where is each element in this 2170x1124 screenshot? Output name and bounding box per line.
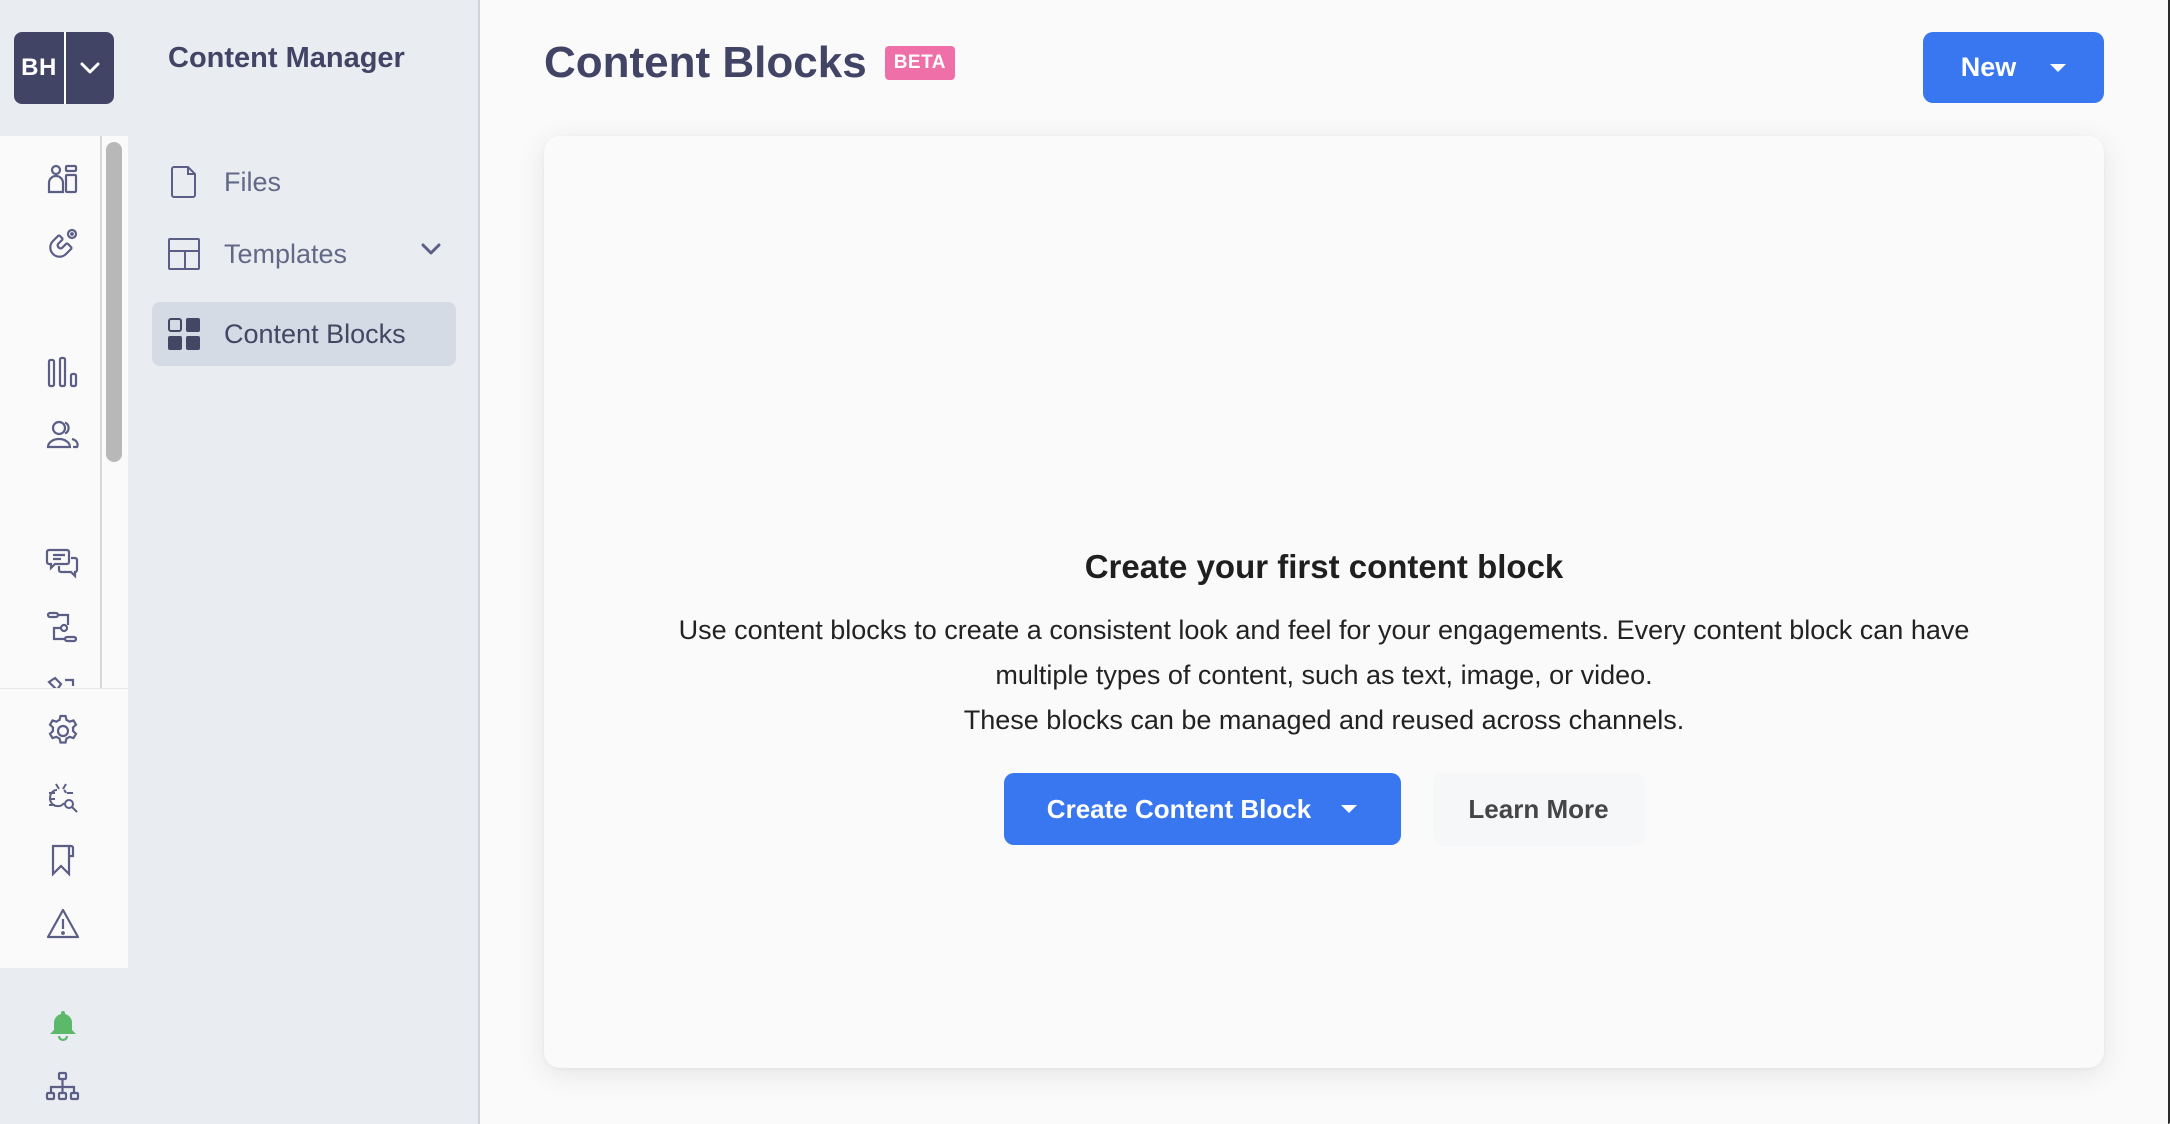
empty-state-line: These blocks can be managed and reused a… — [963, 705, 1685, 735]
bar-chart-icon[interactable] — [44, 353, 82, 391]
main-content: Content Blocks BETA New Create your firs… — [480, 0, 2170, 1124]
sidebar-item-templates[interactable]: Templates — [152, 222, 456, 286]
gear-icon[interactable] — [44, 712, 82, 750]
new-button-label: New — [1960, 52, 2017, 82]
template-layout-icon — [166, 236, 202, 272]
warning-icon[interactable] — [44, 905, 82, 943]
empty-state: Create your first content block Use cont… — [544, 408, 2104, 845]
content-manager-sidebar: Content Manager Files Templates Content … — [128, 0, 480, 1124]
create-content-block-button[interactable]: Create Content Block — [1003, 773, 1401, 845]
sidebar-item-content-blocks[interactable]: Content Blocks — [152, 302, 456, 366]
rail-tools — [0, 688, 128, 968]
chevron-down-icon[interactable] — [66, 32, 114, 104]
caret-down-icon — [2050, 63, 2067, 72]
bug-search-icon[interactable] — [44, 779, 82, 817]
rail-footer — [0, 968, 128, 1124]
empty-state-actions: Create Content Block Learn More — [544, 773, 2104, 845]
sitemap-icon[interactable] — [44, 1069, 82, 1107]
rail-scrollbar[interactable] — [106, 142, 122, 462]
file-icon — [166, 164, 202, 200]
bookmark-icon[interactable] — [44, 841, 82, 879]
content-blocks-card: Create your first content block Use cont… — [544, 136, 2104, 1068]
org-switcher[interactable]: BH — [14, 32, 114, 104]
learn-more-button[interactable]: Learn More — [1432, 773, 1645, 845]
sidebar-title: Content Manager — [168, 42, 405, 74]
flow-icon[interactable] — [44, 608, 82, 646]
bell-icon[interactable] — [44, 1006, 82, 1044]
org-initials[interactable]: BH — [14, 32, 66, 104]
users-icon[interactable] — [44, 416, 82, 454]
new-button[interactable]: New — [1923, 32, 2104, 103]
caret-down-icon — [1341, 805, 1358, 813]
rail-scroll-area — [0, 136, 128, 688]
create-button-label: Create Content Block — [1046, 793, 1312, 824]
chevron-down-icon[interactable] — [420, 242, 442, 261]
rail-divider — [100, 136, 102, 688]
beta-badge: BETA — [884, 46, 956, 80]
sidebar-item-label: Files — [224, 166, 282, 197]
rail-header: BH — [0, 0, 128, 136]
empty-state-title: Create your first content block — [1084, 548, 1564, 585]
icon-rail: BH — [0, 0, 128, 1124]
empty-state-line: multiple types of content, such as text,… — [995, 660, 1653, 690]
magnet-icon[interactable] — [44, 224, 82, 262]
sidebar-item-label: Templates — [224, 238, 348, 269]
sidebar-item-label: Content Blocks — [224, 318, 406, 349]
megaphone-icon[interactable] — [44, 671, 82, 688]
page-title-text: Content Blocks — [544, 38, 867, 87]
chat-bubbles-icon[interactable] — [44, 544, 82, 582]
blocks-grid-icon — [166, 316, 202, 352]
page-title: Content Blocks BETA — [544, 38, 956, 88]
empty-state-line: Use content blocks to create a consisten… — [678, 615, 1970, 645]
sidebar-item-files[interactable]: Files — [152, 150, 456, 214]
empty-state-description: Use content blocks to create a consisten… — [544, 608, 2104, 743]
dashboard-layout-icon[interactable] — [44, 161, 82, 199]
